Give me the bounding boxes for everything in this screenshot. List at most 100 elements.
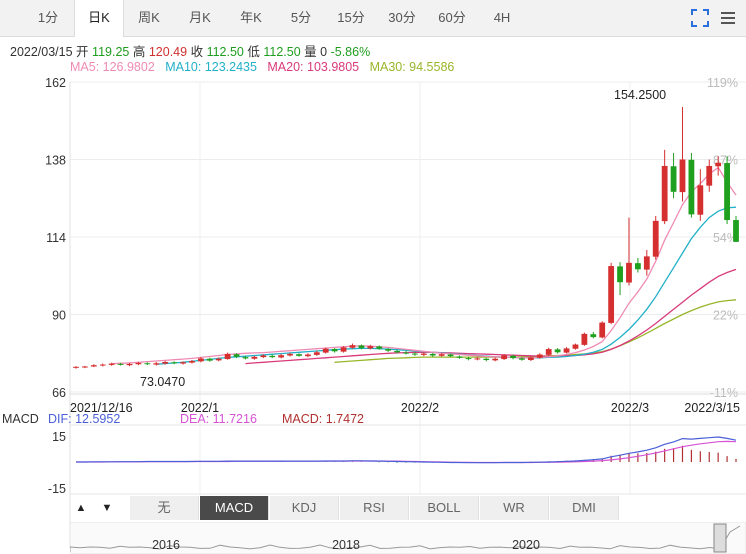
candle-body	[180, 362, 186, 364]
candle-body	[492, 358, 499, 361]
candle-body	[456, 356, 463, 358]
candle-body	[563, 348, 570, 353]
candle-body	[501, 355, 508, 360]
candle-body	[527, 357, 534, 361]
candle-body	[287, 353, 293, 356]
indicator-tab-6[interactable]: DMI	[550, 496, 619, 520]
navigator-year-label: 2020	[512, 538, 540, 552]
candle-body	[688, 159, 695, 215]
candle-body	[590, 334, 597, 338]
candle-body	[215, 358, 222, 361]
candle-body	[724, 163, 730, 221]
y-tick-label: 66	[52, 386, 66, 400]
candle-body	[260, 355, 267, 358]
candle-body	[322, 348, 329, 353]
candle-body	[144, 363, 151, 365]
candle-body	[296, 354, 302, 356]
x-tick-label: 2022/3/15	[684, 401, 740, 415]
candle-body	[545, 349, 552, 355]
candle-body	[90, 365, 97, 367]
candle-body	[403, 352, 409, 354]
macd-dea-label: DEA: 11.7216	[180, 412, 257, 426]
macd-value-label: MACD: 1.7472	[282, 412, 364, 426]
candle-body	[697, 185, 704, 215]
candle-body	[349, 345, 356, 348]
candle-body	[643, 256, 650, 270]
candle-body	[340, 347, 347, 352]
ma20-line	[245, 268, 737, 365]
candle-body	[572, 344, 579, 349]
candle-body	[153, 363, 160, 365]
candle-body	[617, 266, 623, 283]
indicator-tab-5[interactable]: WR	[480, 496, 549, 520]
candle-body	[233, 354, 240, 357]
scroll-left-button[interactable]: ▲	[70, 497, 92, 519]
candle-body	[519, 358, 525, 360]
pct-tick-label: 119%	[707, 76, 738, 90]
candle-body	[224, 353, 231, 360]
y-tick-label: 114	[46, 231, 66, 245]
candle-body	[599, 322, 606, 338]
y-tick-label: 90	[52, 309, 66, 323]
candle-body	[99, 364, 106, 366]
candle-body	[394, 350, 400, 353]
indicator-tab-1[interactable]: MACD	[200, 496, 269, 520]
candle-body	[447, 354, 454, 357]
ma10-line	[156, 206, 737, 365]
candle-body	[206, 358, 213, 361]
y-tick-label: 138	[45, 154, 66, 168]
x-tick-label: 2022/2	[401, 401, 439, 415]
candle-body	[581, 333, 588, 345]
candle-body	[733, 220, 739, 242]
candle-body	[465, 358, 472, 360]
candle-body	[126, 363, 133, 366]
candle-body	[670, 166, 677, 192]
range-navigator[interactable]: 2016 2018 2020	[70, 522, 746, 554]
candle-body	[474, 358, 481, 360]
macd-label: MACD	[2, 412, 39, 426]
candle-body	[278, 355, 285, 358]
candle-body	[376, 346, 383, 349]
candle-body	[608, 266, 615, 323]
indicator-tab-0[interactable]: 无	[130, 496, 199, 520]
candle-body	[429, 353, 436, 356]
candle-body	[108, 363, 115, 365]
kline-chart[interactable]: 162 119%138 87%114 54%90 22%66 -11%154.250073…	[0, 0, 746, 554]
candle-body	[510, 355, 516, 359]
macd-y-tick: -15	[48, 482, 66, 496]
candle-body	[634, 263, 641, 270]
x-tick-label: 2022/3	[611, 401, 649, 415]
candle-body	[242, 357, 249, 359]
candle-body	[679, 159, 686, 193]
navigator-handle	[713, 523, 727, 553]
candle-body	[251, 356, 258, 359]
pct-tick-label: -11%	[710, 386, 738, 400]
candle-body	[554, 349, 561, 353]
candle-body	[135, 362, 142, 365]
candle-body	[331, 349, 338, 352]
scroll-right-button[interactable]: ▼	[96, 497, 118, 519]
indicator-tab-3[interactable]: RSI	[340, 496, 409, 520]
dif-line	[76, 436, 737, 464]
indicator-tab-2[interactable]: KDJ	[270, 496, 339, 520]
candle-body	[197, 358, 204, 362]
navigator-year-label: 2018	[332, 538, 360, 552]
pct-tick-label: 22%	[713, 309, 738, 323]
candle-body	[367, 346, 374, 349]
macd-dif-label: DIF: 12.5952	[48, 412, 120, 426]
candle-body	[438, 354, 445, 356]
candle-body	[626, 262, 632, 283]
y-tick-label: 162	[45, 76, 66, 90]
max-price-label: 154.2500	[614, 88, 666, 102]
candle-body	[82, 366, 88, 368]
candle-body	[661, 165, 668, 222]
indicator-tab-4[interactable]: BOLL	[410, 496, 479, 520]
candle-body	[412, 353, 418, 355]
candle-body	[162, 361, 169, 364]
candle-body	[536, 354, 543, 358]
candle-body	[269, 355, 276, 358]
candle-body	[117, 363, 124, 365]
ma5-line	[111, 166, 737, 365]
min-price-label: 73.0470	[140, 375, 185, 389]
candle-body	[652, 220, 659, 257]
